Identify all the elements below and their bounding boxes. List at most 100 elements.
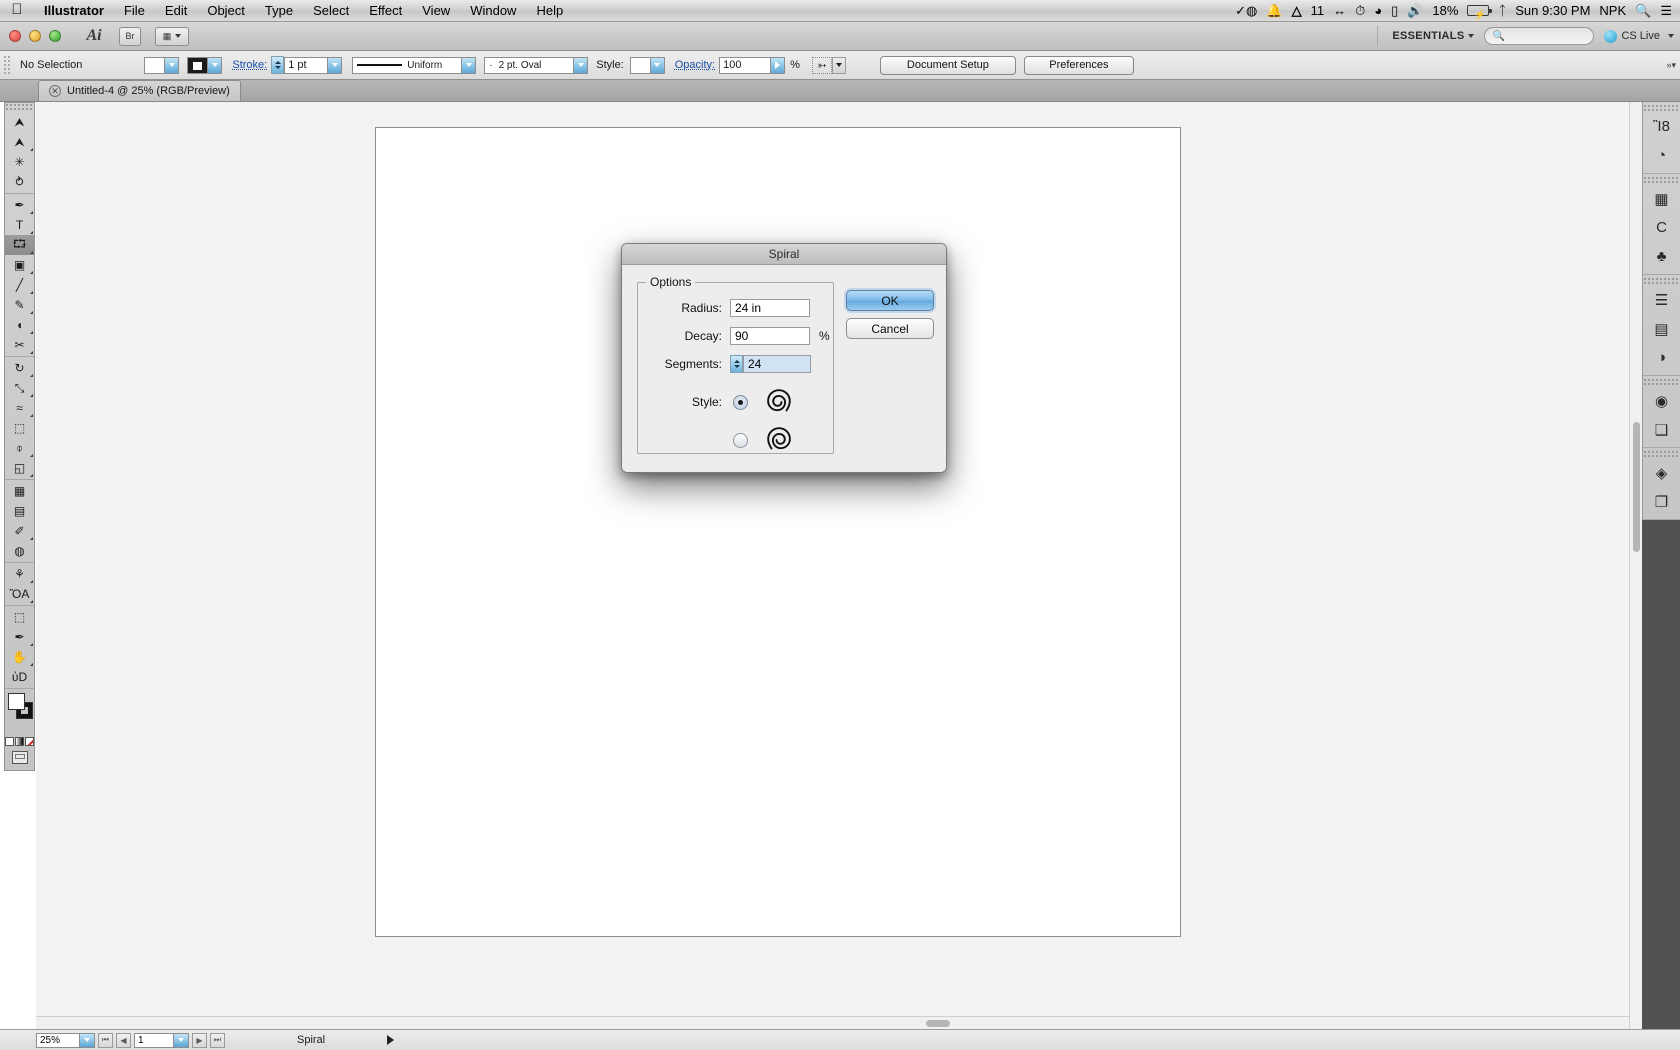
bell-icon[interactable]: 🔔	[1266, 0, 1282, 22]
menu-object[interactable]: Object	[197, 0, 255, 22]
document-setup-button[interactable]: Document Setup	[880, 56, 1016, 75]
swatches-panel-icon[interactable]: ▦	[1643, 184, 1680, 213]
fill-swatch[interactable]	[144, 57, 165, 74]
arrange-documents-button[interactable]: ▦	[155, 27, 189, 46]
stroke-weight-stepper[interactable]	[271, 56, 284, 74]
opacity-dropdown-icon[interactable]	[771, 57, 785, 74]
column-graph-tool[interactable]: ὌA	[5, 584, 34, 604]
paintbrush-tool[interactable]: ╱	[5, 275, 34, 295]
stroke-panel-icon[interactable]: ☰	[1643, 285, 1680, 314]
scale-tool[interactable]: ⤡	[5, 378, 34, 398]
close-window-button[interactable]	[9, 30, 21, 42]
brushes-panel-icon[interactable]: ὘C	[1643, 213, 1680, 242]
fill-color-control[interactable]	[144, 57, 179, 74]
screen-mode-button[interactable]	[5, 748, 34, 767]
decay-input[interactable]: 90	[730, 327, 810, 345]
menu-window[interactable]: Window	[460, 0, 526, 22]
canvas-area[interactable]	[36, 102, 1642, 1029]
graphic-styles-panel-icon[interactable]: ❑	[1643, 415, 1680, 444]
dock-group-grip[interactable]	[1643, 176, 1680, 183]
direct-selection-tool[interactable]: ⮝	[5, 132, 34, 152]
brush-definition-dropdown-icon[interactable]	[574, 57, 588, 74]
none-swatch-button[interactable]	[25, 737, 34, 746]
zoom-tool[interactable]: ὐD	[5, 667, 34, 687]
horizontal-scrollbar-thumb[interactable]	[926, 1020, 950, 1027]
spiral-clockwise-icon[interactable]	[764, 387, 794, 417]
zoom-window-button[interactable]	[49, 30, 61, 42]
selection-tool[interactable]: ⮝	[5, 112, 34, 132]
stroke-swatch[interactable]	[187, 57, 208, 74]
horizontal-scrollbar[interactable]	[36, 1016, 1629, 1029]
adobe-update-count[interactable]: 11	[1311, 0, 1325, 22]
control-bar-grip[interactable]	[3, 55, 12, 76]
pencil-tool[interactable]: ✎	[5, 295, 34, 315]
clock-datetime[interactable]: Sun 9:30 PM	[1515, 0, 1590, 22]
symbols-panel-icon[interactable]: ♣	[1643, 242, 1680, 271]
vertical-scrollbar-thumb[interactable]	[1633, 422, 1640, 552]
close-icon[interactable]: ✕	[49, 85, 61, 97]
time-machine-icon[interactable]: ⏱	[1355, 0, 1365, 22]
width-tool[interactable]: ≈	[5, 398, 34, 418]
spiral-tool[interactable]: ⮔	[5, 235, 34, 255]
select-similar-options-icon[interactable]: ➳	[812, 57, 832, 74]
menu-type[interactable]: Type	[255, 0, 303, 22]
brush-definition-selector[interactable]: · 2 pt. Oval	[484, 57, 574, 74]
tools-panel-grip[interactable]	[5, 103, 34, 111]
dropbox-icon[interactable]: ✓◍	[1235, 0, 1257, 22]
launch-bridge-button[interactable]: Br	[119, 27, 141, 46]
menu-select[interactable]: Select	[303, 0, 359, 22]
stroke-weight-control[interactable]: 1 pt	[271, 56, 342, 74]
ok-button[interactable]: OK	[846, 290, 934, 311]
color-swatch-button[interactable]	[5, 737, 14, 746]
appearance-panel-icon[interactable]: ◉	[1643, 386, 1680, 415]
dock-group-grip[interactable]	[1643, 378, 1680, 385]
pen-tool[interactable]: ✒	[5, 195, 34, 215]
fill-stroke-indicator[interactable]	[5, 689, 34, 735]
slice-tool[interactable]: ✒	[5, 627, 34, 647]
color-guide-panel-icon[interactable]: ◔	[1643, 141, 1680, 170]
transparency-panel-icon[interactable]: ◑	[1643, 343, 1680, 372]
minimize-window-button[interactable]	[29, 30, 41, 42]
gradient-panel-icon[interactable]: ▤	[1643, 314, 1680, 343]
next-artboard-button[interactable]: ▶	[192, 1033, 207, 1048]
apple-menu-icon[interactable]: 	[0, 2, 34, 19]
type-tool[interactable]: T	[5, 215, 34, 235]
toolbox-fill-swatch[interactable]	[8, 693, 25, 710]
graphic-style-swatch[interactable]	[630, 57, 651, 74]
first-artboard-button[interactable]: ⏮	[98, 1033, 113, 1048]
volume-icon[interactable]: 🔊	[1407, 0, 1423, 22]
mesh-tool[interactable]: ▦	[5, 481, 34, 501]
chevron-double-right-icon[interactable]: »▾	[1666, 60, 1676, 71]
hand-tool[interactable]: ✋	[5, 647, 34, 667]
workspace-switcher[interactable]: ESSENTIALS	[1377, 26, 1474, 46]
previous-artboard-button[interactable]: ◀	[116, 1033, 131, 1048]
color-panel-icon[interactable]: Ἲ8	[1643, 112, 1680, 141]
layers-panel-icon[interactable]: ◈	[1643, 458, 1680, 487]
select-similar-dropdown-icon[interactable]	[832, 57, 846, 74]
dock-group-grip[interactable]	[1643, 450, 1680, 457]
stroke-color-control[interactable]	[187, 57, 222, 74]
document-tab[interactable]: ✕ Untitled-4 @ 25% (RGB/Preview)	[38, 80, 241, 101]
eraser-tool[interactable]: ✂	[5, 335, 34, 355]
graphic-style-control[interactable]: Style:	[596, 57, 665, 74]
battery-icon[interactable]: ⚡	[1467, 5, 1489, 16]
menu-view[interactable]: View	[412, 0, 460, 22]
search-icon[interactable]: 🔍	[1635, 0, 1651, 22]
symbol-sprayer-tool[interactable]: ⚘	[5, 564, 34, 584]
help-search-input[interactable]: 🔍	[1484, 27, 1594, 45]
last-artboard-button[interactable]: ⏭	[210, 1033, 225, 1048]
segments-input[interactable]: 24	[743, 355, 811, 373]
blob-brush-tool[interactable]: ◖	[5, 315, 34, 335]
stroke-weight-dropdown-icon[interactable]	[328, 57, 342, 74]
graphic-style-dropdown-icon[interactable]	[651, 57, 665, 74]
vertical-scrollbar[interactable]	[1629, 102, 1642, 1029]
dock-group-grip[interactable]	[1643, 277, 1680, 284]
gradient-tool[interactable]: ▤	[5, 501, 34, 521]
artboard-tool[interactable]: ⬚	[5, 607, 34, 627]
radius-input[interactable]: 24 in	[730, 299, 810, 317]
zoom-level-input[interactable]: 25%	[36, 1033, 80, 1048]
artboard-number-input[interactable]: 1	[134, 1033, 174, 1048]
notification-center-icon[interactable]: ☰	[1660, 0, 1672, 22]
menu-edit[interactable]: Edit	[155, 0, 197, 22]
menu-effect[interactable]: Effect	[359, 0, 412, 22]
